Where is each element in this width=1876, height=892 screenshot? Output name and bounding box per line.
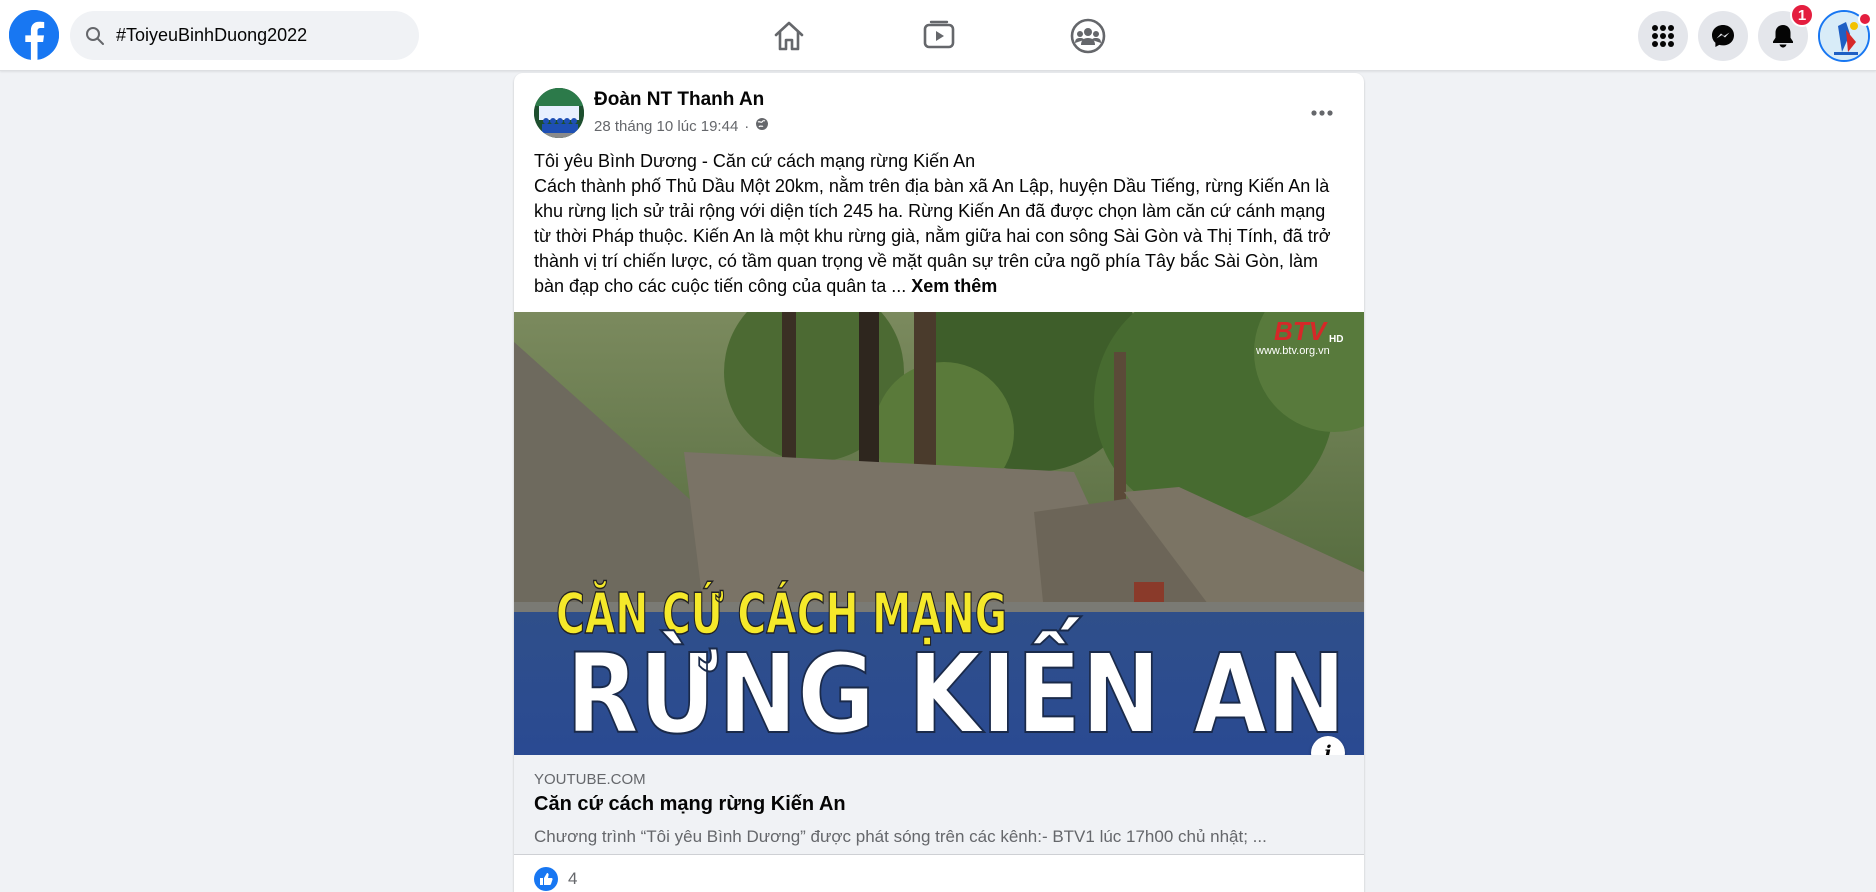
online-status-dot — [1858, 12, 1872, 26]
link-preview[interactable]: YOUTUBE.COM Căn cứ cách mạng rừng Kiến A… — [514, 755, 1364, 855]
thumbnail-title-line2: RỪNG KIẾN AN — [566, 615, 1346, 755]
messenger-icon[interactable] — [1698, 11, 1748, 61]
link-title[interactable]: Căn cứ cách mạng rừng Kiến An — [534, 793, 846, 816]
post-card: Đoàn NT Thanh An 28 tháng 10 lúc 19:44 ·… — [514, 73, 1364, 892]
btv-hd-label: HD — [1329, 334, 1343, 345]
globe-icon — [755, 117, 769, 135]
post-options-button[interactable] — [1304, 95, 1340, 131]
video-thumbnail[interactable]: BTV HD www.btv.org.vn CĂN CỨ CÁCH MẠNG R… — [514, 312, 1364, 755]
link-description: Chương trình “Tôi yêu Bình Dương” được p… — [534, 827, 1267, 846]
post-meta: 28 tháng 10 lúc 19:44 · — [594, 117, 769, 135]
groups-icon[interactable] — [1066, 14, 1110, 58]
top-navigation-bar: 1 — [0, 0, 1876, 71]
facebook-logo-icon[interactable] — [9, 10, 59, 60]
watch-icon[interactable] — [917, 14, 961, 58]
notification-badge: 1 — [1790, 3, 1814, 27]
home-icon[interactable] — [767, 14, 811, 58]
btv-watermark: BTV — [1274, 316, 1329, 346]
like-icon — [534, 867, 558, 891]
reaction-count: 4 — [568, 869, 578, 888]
post-body-paragraph: Cách thành phố Thủ Dầu Một 20km, nằm trê… — [534, 174, 1346, 299]
author-avatar[interactable] — [534, 88, 584, 138]
menu-grid-icon[interactable] — [1638, 11, 1688, 61]
meta-separator: · — [744, 117, 750, 135]
post-body-line-title: Tôi yêu Bình Dương - Căn cứ cách mạng rừ… — [534, 151, 976, 171]
see-more-link[interactable]: Xem thêm — [911, 276, 997, 296]
post-body: Tôi yêu Bình Dương - Căn cứ cách mạng rừ… — [534, 149, 1346, 299]
btv-url: www.btv.org.vn — [1255, 345, 1330, 357]
reaction-summary[interactable]: 4 — [534, 867, 577, 891]
search-input[interactable] — [116, 25, 396, 46]
post-timestamp[interactable]: 28 tháng 10 lúc 19:44 — [594, 118, 738, 135]
search-icon — [84, 25, 106, 47]
post-author-name[interactable]: Đoàn NT Thanh An — [594, 89, 764, 111]
search-box[interactable] — [70, 11, 419, 60]
link-domain: YOUTUBE.COM — [534, 771, 646, 788]
